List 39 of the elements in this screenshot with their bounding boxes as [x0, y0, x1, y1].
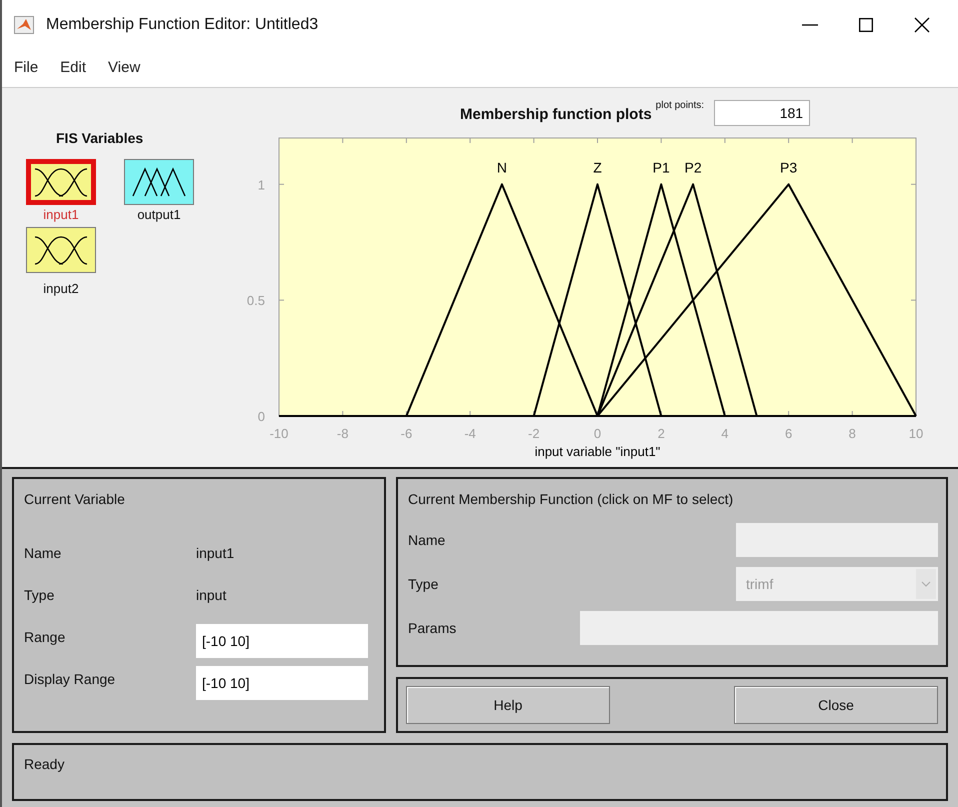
mf-params-label: Params — [408, 618, 456, 638]
panel-title: Current Variable — [24, 490, 126, 509]
x-tick-label: 2 — [658, 426, 665, 441]
x-tick-label: -10 — [270, 426, 288, 441]
x-tick-label: -2 — [528, 426, 540, 441]
property-label: Type — [24, 586, 56, 605]
property-label: Display Range — [24, 670, 116, 689]
membership-label: P2 — [684, 159, 702, 176]
mf-type-label: Type — [408, 574, 438, 594]
chart-title: Membership function plots — [460, 104, 652, 124]
membership-label: P3 — [780, 159, 798, 176]
property-label: Range — [24, 628, 66, 647]
x-tick-label: 0 — [594, 426, 602, 441]
x-tick-label: -8 — [336, 426, 348, 441]
membership-label: N — [496, 159, 508, 176]
property-value: input — [196, 586, 226, 605]
status-text: Ready — [24, 756, 64, 772]
variable-label: input1 — [43, 206, 79, 224]
x-tick-label: 10 — [908, 426, 924, 441]
x-tick-label: -6 — [400, 426, 412, 441]
plot-points-label: plot points: — [656, 99, 704, 113]
x-axis-label: input variable "input1" — [534, 444, 660, 459]
property-value: input1 — [196, 544, 234, 563]
fis-variables-title: FIS Variables — [56, 129, 144, 148]
x-tick-label: 8 — [848, 426, 856, 441]
y-tick-label: 1 — [258, 177, 265, 192]
variable-label: output1 — [137, 206, 181, 224]
panel-title: Current Membership Function (click on MF to select) — [408, 490, 734, 509]
membership-label: P1 — [652, 159, 670, 176]
window-title: Membership Function Editor: Untitled3 — [46, 15, 320, 35]
y-tick-label: 0.5 — [246, 293, 265, 308]
mf-name-label: Name — [408, 530, 446, 550]
property-label: Name — [24, 544, 62, 562]
variable-label: input2 — [43, 280, 79, 298]
x-tick-label: 4 — [721, 426, 729, 441]
x-tick-label: 6 — [784, 426, 792, 441]
x-tick-label: -4 — [464, 426, 476, 441]
membership-label: Z — [593, 159, 602, 176]
y-tick-label: 0 — [258, 409, 265, 424]
